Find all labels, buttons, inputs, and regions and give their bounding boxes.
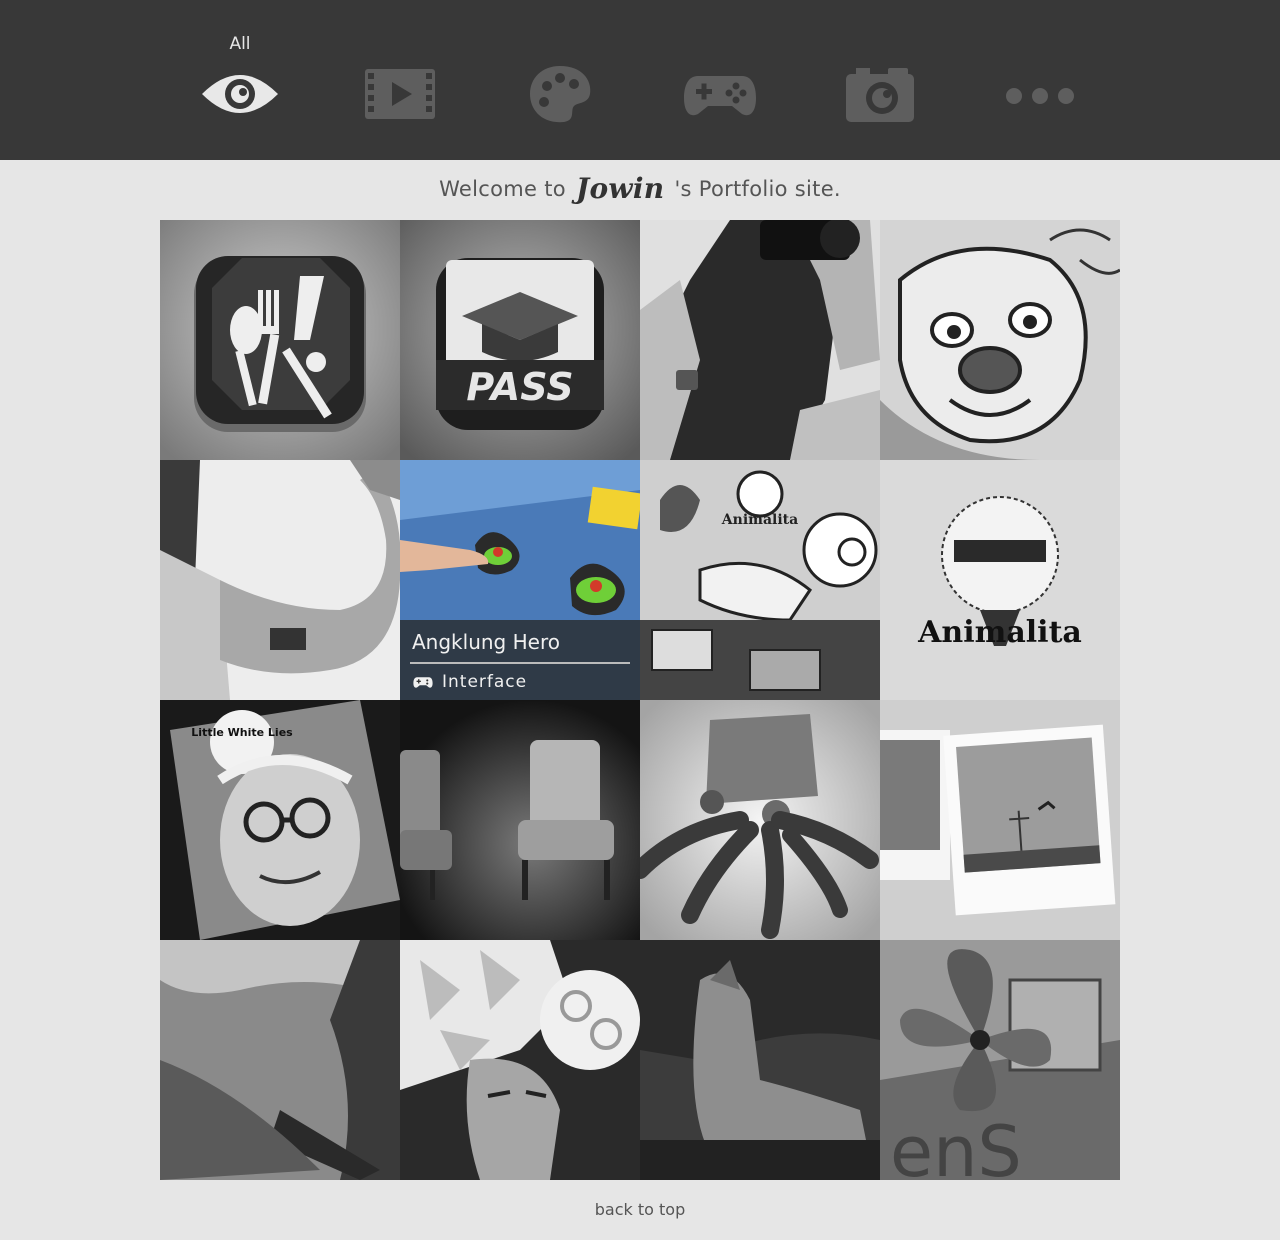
author-signature: Jowin (575, 172, 665, 205)
animalita-logo-image: Animalita (880, 460, 1120, 700)
project-title: Angklung Hero (412, 630, 560, 654)
category-all-label: All (229, 34, 251, 54)
film-icon (365, 69, 435, 119)
animalita-mural-photo: Animalita (640, 460, 880, 700)
portfolio-tile[interactable] (400, 700, 640, 940)
portfolio-tile[interactable] (640, 700, 880, 940)
eye-icon (202, 75, 278, 113)
category-art[interactable] (500, 30, 620, 130)
boat-river-photo (160, 940, 400, 1180)
svg-text:enS: enS (890, 1111, 1022, 1180)
polaroid-photos (880, 700, 1120, 940)
mural-text: Animalita (721, 512, 798, 528)
portfolio-tile[interactable]: Animalita (640, 460, 880, 700)
octopus-sculpture-photo (640, 700, 880, 940)
welcome-prefix: Welcome to (439, 176, 566, 201)
armchairs-render (400, 700, 640, 940)
magazine-title: Little White Lies (191, 726, 293, 739)
gamepad-icon (413, 677, 433, 688)
portfolio-tile[interactable] (640, 940, 880, 1180)
arm-tattoo-photo (160, 460, 400, 700)
category-games[interactable] (660, 30, 780, 130)
project-hover-overlay: Angklung Hero Interface (400, 620, 640, 700)
dog-photo (640, 940, 880, 1180)
portfolio-tile[interactable] (160, 940, 400, 1180)
camera-icon (846, 68, 914, 122)
photographer-photo (640, 220, 880, 460)
portfolio-grid: PASS Angklung Hero Interface Animalita A… (160, 220, 1120, 1180)
category-nav: All (0, 0, 1280, 160)
portfolio-tile[interactable]: Animalita (880, 460, 1120, 700)
portfolio-tile-active[interactable]: Angklung Hero Interface (400, 460, 640, 700)
portfolio-tile[interactable]: enS (880, 940, 1120, 1180)
pass-icon-text: PASS (466, 365, 573, 409)
project-category-label: Interface (442, 672, 528, 692)
project-category: Interface (412, 672, 527, 692)
overlay-divider (410, 662, 630, 664)
welcome-suffix: 's Portfolio site. (674, 176, 841, 201)
animalita-logo-text: Animalita (917, 615, 1082, 650)
gamepad-icon (684, 76, 756, 116)
portfolio-tile[interactable] (160, 220, 400, 460)
portfolio-tile[interactable] (880, 220, 1120, 460)
paper-headdress-photo (400, 940, 640, 1180)
portfolio-tile[interactable]: PASS (400, 220, 640, 460)
portfolio-tile[interactable]: Little White Lies (160, 700, 400, 940)
welcome-message: Welcome to Jowin 's Portfolio site. (0, 172, 1280, 216)
portfolio-tile[interactable] (160, 460, 400, 700)
portfolio-tile[interactable] (880, 700, 1120, 940)
graduation-app-icon-image: PASS (400, 220, 640, 460)
portfolio-tile[interactable] (640, 220, 880, 460)
more-icon (1006, 88, 1074, 104)
category-video[interactable] (340, 30, 460, 130)
palette-icon (530, 66, 591, 123)
pug-illustration (880, 220, 1120, 460)
magazine-collage-image: Little White Lies (160, 700, 400, 940)
flower-sign-photo: enS (880, 940, 1120, 1180)
category-all[interactable]: All (180, 30, 300, 130)
back-to-top-link[interactable]: back to top (0, 1200, 1280, 1219)
portfolio-tile[interactable] (400, 940, 640, 1180)
category-photo[interactable] (820, 30, 940, 130)
restaurant-app-icon-image (160, 220, 400, 460)
category-more[interactable] (980, 30, 1100, 130)
